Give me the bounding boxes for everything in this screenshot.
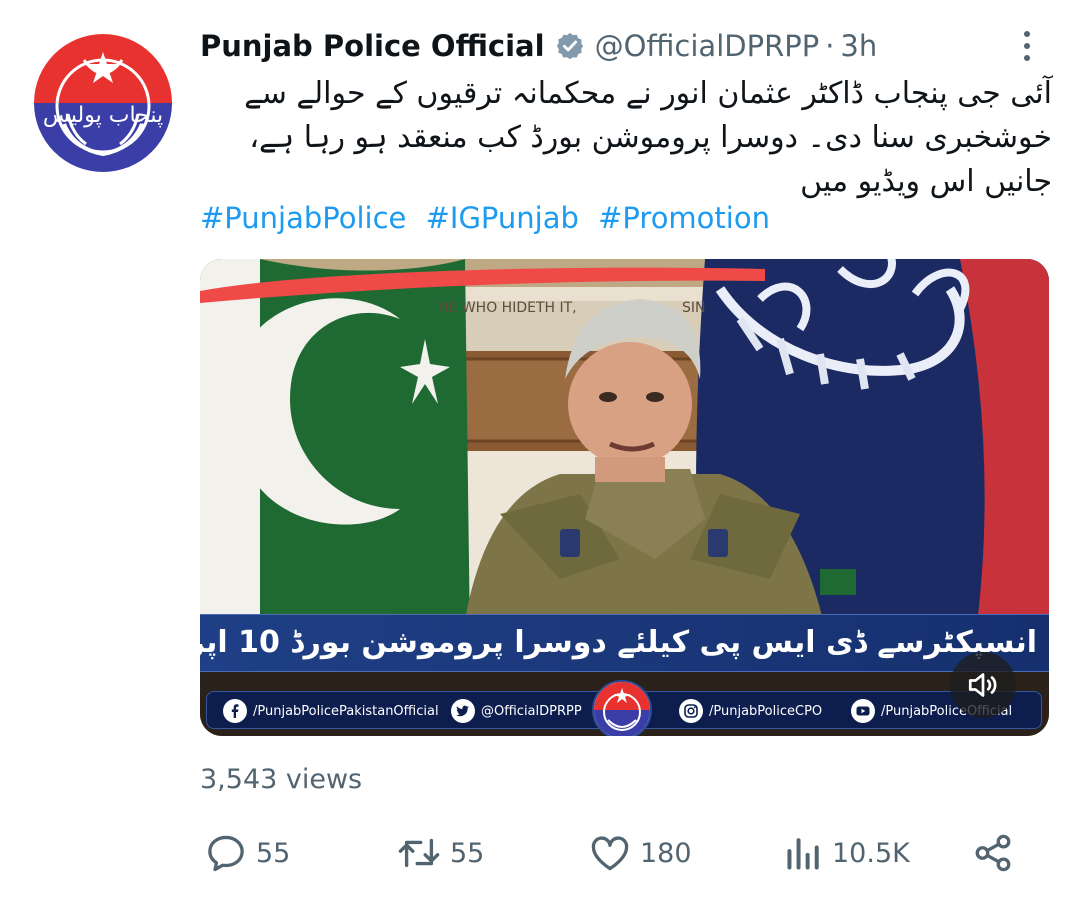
facebook-icon bbox=[223, 699, 247, 723]
instagram-handle: /PunjabPoliceCPO bbox=[709, 703, 823, 719]
share-button[interactable] bbox=[972, 826, 1022, 880]
svg-text:HE WHO HIDETH IT,: HE WHO HIDETH IT, bbox=[438, 300, 577, 316]
more-options-icon[interactable] bbox=[1018, 28, 1036, 64]
twitter-icon bbox=[451, 699, 475, 723]
hashtag-promotion[interactable]: #Promotion bbox=[598, 201, 770, 235]
facebook-link: /PunjabPolicePakistanOfficial bbox=[223, 699, 439, 723]
punjab-police-logo: پنجاب پولیس bbox=[34, 34, 172, 172]
verified-badge-icon bbox=[555, 31, 585, 61]
instagram-icon bbox=[679, 699, 703, 723]
video-caption-text: انسپکٹرسے ڈی ایس پی کیلئے دوسرا پروموشن … bbox=[200, 625, 1037, 660]
reply-button[interactable]: 55 bbox=[204, 826, 290, 880]
like-count: 180 bbox=[640, 837, 692, 869]
author-avatar[interactable]: پنجاب پولیس bbox=[34, 34, 172, 172]
retweet-icon bbox=[398, 838, 440, 868]
share-icon bbox=[975, 834, 1011, 872]
tweet-header: Punjab Police Official @OfficialDPRPP · … bbox=[200, 26, 877, 66]
analytics-button[interactable]: 10.5K bbox=[784, 826, 910, 880]
video-player[interactable]: HE WHO HIDETH IT, SIN انسپکٹرسے ڈی ایس پ… bbox=[200, 259, 1049, 736]
reply-icon bbox=[208, 835, 244, 872]
facebook-handle: /PunjabPolicePakistanOfficial bbox=[253, 703, 439, 719]
reply-count: 55 bbox=[256, 837, 291, 869]
analytics-count: 10.5K bbox=[832, 837, 910, 869]
tweet-actions: 55 55 180 10.5K bbox=[200, 826, 1060, 880]
retweet-count: 55 bbox=[450, 837, 485, 869]
video-police-logo bbox=[592, 680, 652, 736]
svg-text:SIN: SIN bbox=[682, 300, 706, 316]
volume-icon bbox=[968, 673, 997, 697]
hashtag-punjabpolice[interactable]: #PunjabPolice bbox=[200, 201, 406, 235]
volume-toggle-button[interactable] bbox=[950, 652, 1016, 718]
views-count: 3,543 views bbox=[200, 764, 363, 795]
separator-dot: · bbox=[825, 29, 835, 63]
like-icon bbox=[591, 836, 629, 871]
author-handle[interactable]: @OfficialDPRPP bbox=[595, 29, 820, 63]
youtube-icon bbox=[851, 699, 875, 723]
twitter-handle: @OfficialDPRPP bbox=[481, 703, 582, 719]
timestamp[interactable]: 3h bbox=[840, 29, 877, 63]
hashtag-igpunjab[interactable]: #IGPunjab bbox=[426, 201, 579, 235]
analytics-icon bbox=[787, 838, 819, 870]
hashtag-row: #PunjabPolice #IGPunjab #Promotion bbox=[200, 201, 780, 235]
tweet-text: آئی جی پنجاب ڈاکٹر عثمان انور نے محکمانہ… bbox=[244, 76, 1052, 199]
like-button[interactable]: 180 bbox=[588, 826, 692, 880]
video-caption-banner: انسپکٹرسے ڈی ایس پی کیلئے دوسرا پروموشن … bbox=[200, 614, 1049, 672]
instagram-link: /PunjabPoliceCPO bbox=[679, 699, 822, 723]
twitter-link: @OfficialDPRPP bbox=[451, 699, 582, 723]
retweet-button[interactable]: 55 bbox=[396, 826, 484, 880]
svg-text:پنجاب پولیس: پنجاب پولیس bbox=[43, 103, 163, 128]
author-name[interactable]: Punjab Police Official bbox=[200, 29, 545, 63]
